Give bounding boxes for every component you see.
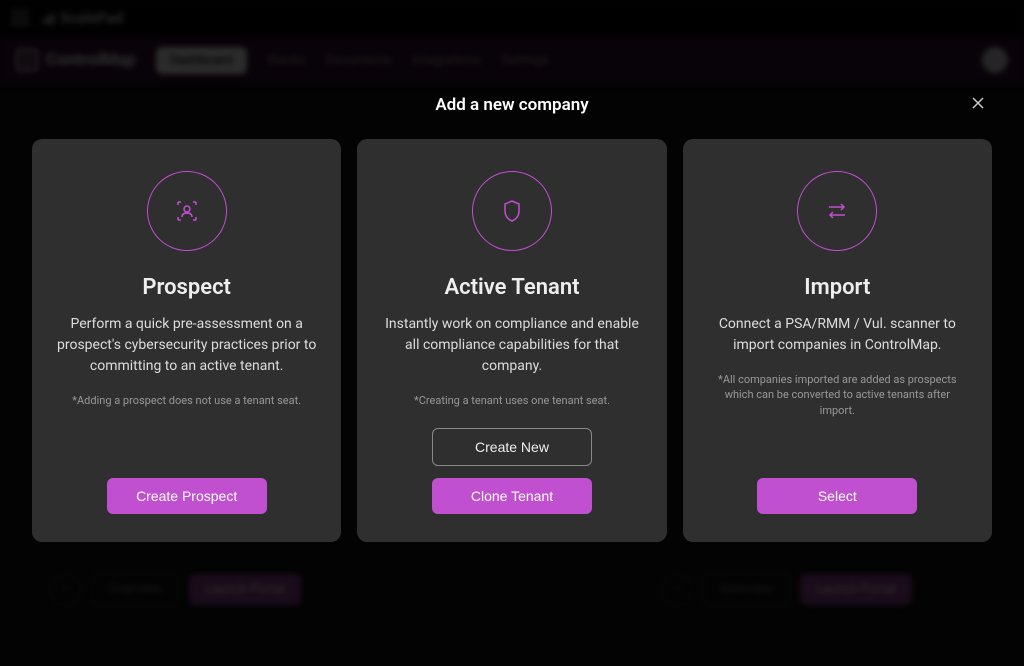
- add-company-modal: Add a new company Prospect Perform a qui…: [32, 95, 992, 542]
- card-note: *All companies imported are added as pro…: [707, 372, 968, 418]
- close-icon: [969, 94, 987, 112]
- modal-overlay: Add a new company Prospect Perform a qui…: [0, 0, 1024, 666]
- active-tenant-card: Active Tenant Instantly work on complian…: [357, 139, 666, 542]
- prospect-icon: [147, 171, 227, 251]
- option-cards: Prospect Perform a quick pre-assessment …: [32, 139, 992, 542]
- import-card: Import Connect a PSA/RMM / Vul. scanner …: [683, 139, 992, 542]
- card-description: Connect a PSA/RMM / Vul. scanner to impo…: [707, 314, 968, 356]
- create-prospect-button[interactable]: Create Prospect: [107, 478, 267, 514]
- import-icon: [797, 171, 877, 251]
- clone-tenant-button[interactable]: Clone Tenant: [432, 478, 592, 514]
- modal-title: Add a new company: [32, 95, 992, 115]
- card-description: Perform a quick pre-assessment on a pros…: [56, 314, 317, 377]
- card-note: *Adding a prospect does not use a tenant…: [64, 393, 309, 408]
- close-button[interactable]: [964, 89, 992, 117]
- select-button[interactable]: Select: [757, 478, 917, 514]
- card-note: *Creating a tenant uses one tenant seat.: [406, 393, 618, 408]
- card-description: Instantly work on compliance and enable …: [381, 314, 642, 377]
- prospect-card: Prospect Perform a quick pre-assessment …: [32, 139, 341, 542]
- card-title: Prospect: [142, 275, 231, 300]
- card-title: Import: [804, 275, 870, 300]
- card-title: Active Tenant: [444, 275, 579, 300]
- create-new-button[interactable]: Create New: [432, 428, 592, 466]
- shield-icon: [472, 171, 552, 251]
